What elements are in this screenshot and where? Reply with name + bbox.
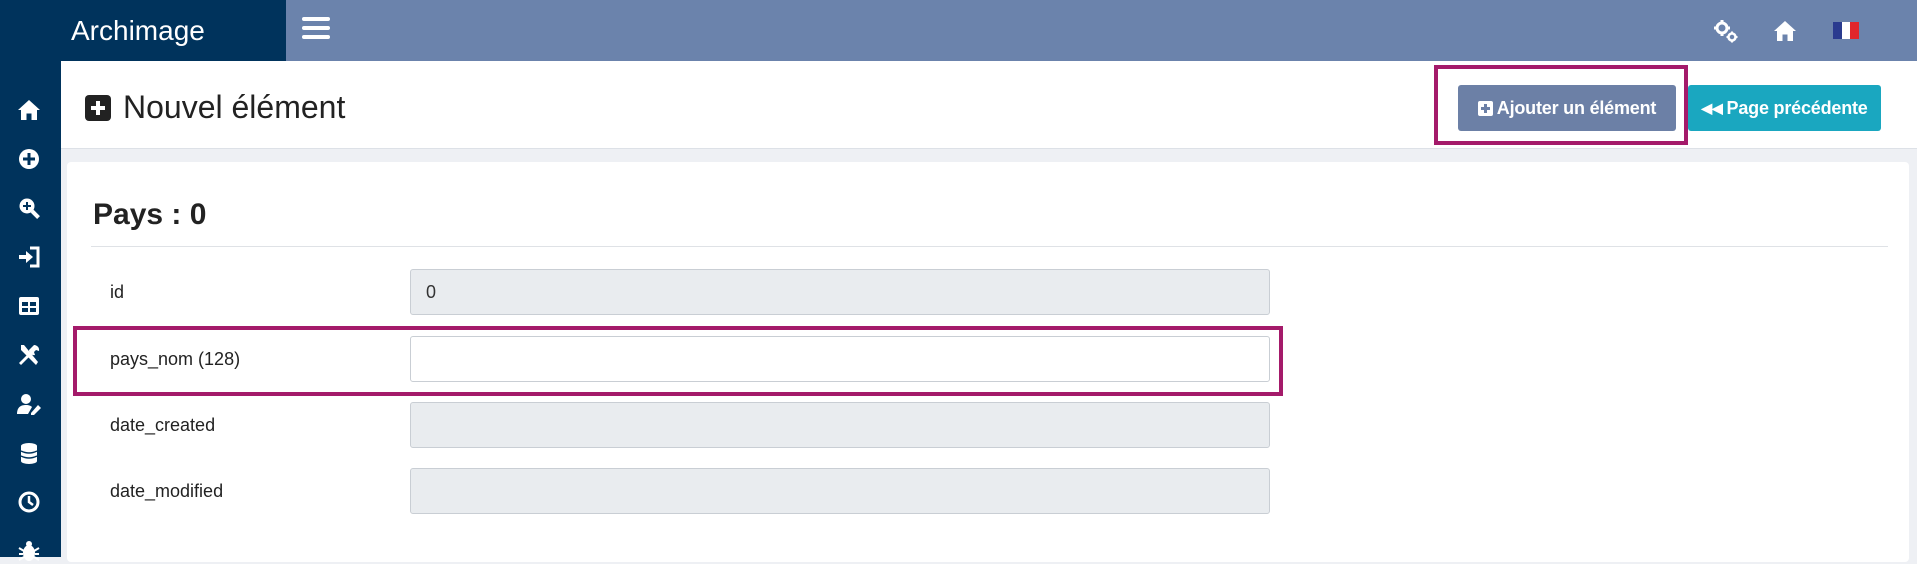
divider (91, 246, 1888, 247)
date-created-field[interactable] (410, 402, 1270, 448)
field-label-date-created: date_created (110, 415, 216, 435)
id-field[interactable] (410, 269, 1270, 315)
sidebar (0, 61, 61, 561)
field-label-date-modified: date_modified (110, 481, 224, 501)
page-title: Nouvel élément (123, 89, 346, 125)
flag-fr-icon[interactable] (1833, 22, 1860, 39)
tools-icon[interactable] (16, 342, 42, 368)
sign-in-icon[interactable] (16, 244, 42, 270)
search-plus-icon[interactable] (16, 195, 42, 221)
backward-icon: ◀◀ (1701, 99, 1723, 116)
previous-page-button[interactable]: ◀◀ Page précédente (1688, 85, 1881, 131)
plus-circle-icon[interactable] (16, 146, 42, 172)
home-icon[interactable] (16, 97, 42, 123)
clock-icon[interactable] (16, 489, 42, 515)
pays-nom-highlight (73, 326, 1283, 396)
bug-icon[interactable] (16, 538, 42, 564)
plus-square-icon (85, 94, 111, 121)
cogs-icon[interactable] (1713, 18, 1739, 44)
app-brand[interactable]: Archimage (0, 0, 286, 61)
top-navbar: Archimage (0, 0, 1917, 61)
date-modified-field[interactable] (410, 468, 1270, 514)
field-label-id: id (110, 282, 125, 302)
database-icon[interactable] (16, 440, 42, 466)
user-edit-icon[interactable] (16, 391, 42, 417)
previous-page-label: Page précédente (1726, 97, 1868, 118)
add-button-highlight (1434, 65, 1688, 145)
table-icon[interactable] (16, 293, 42, 319)
home-icon[interactable] (1772, 18, 1798, 44)
section-title: Pays : 0 (93, 198, 207, 231)
menu-toggle-icon[interactable] (302, 17, 330, 43)
